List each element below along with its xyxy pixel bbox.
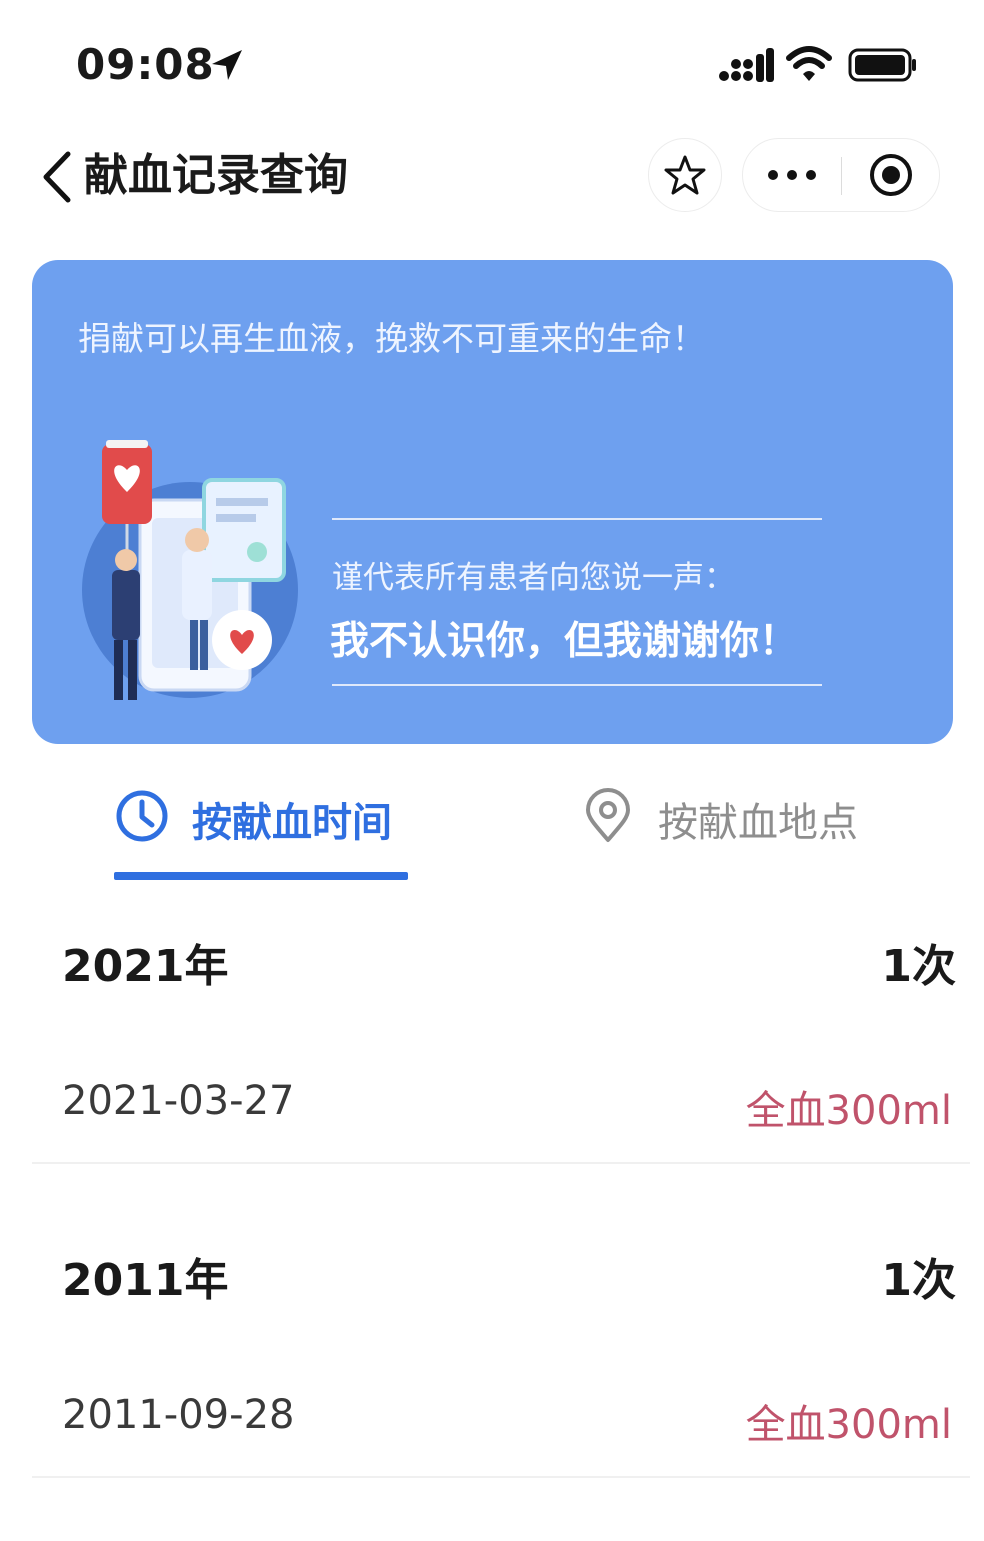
miniprogram-capsule [742,138,940,212]
nav-bar: 献血记录查询 [0,130,984,230]
battery-icon [848,48,916,82]
page: 09:08 献血记录查询 捐献可以再生血液，挽救不可重来的生命！ 谨代表所有患者… [0,0,984,1541]
tab-bar: 按献血时间 按献血地点 [0,760,984,890]
record-amount: 全血300ml [745,1088,952,1134]
location-arrow-icon [212,50,242,80]
tab-by-time[interactable]: 按献血时间 [114,780,414,880]
more-button[interactable] [743,139,841,211]
favorite-button[interactable] [648,138,722,212]
year-count: 1次 [881,1255,956,1306]
year-count: 1次 [881,941,956,992]
wifi-icon [786,46,832,81]
record-date: 2011-09-28 [62,1392,295,1438]
banner: 捐献可以再生血液，挽救不可重来的生命！ 谨代表所有患者向您说一声： 我不认识你，… [32,260,953,744]
record-row[interactable]: 2021-03-27 全血300ml [0,1078,984,1158]
target-circle-icon [870,154,912,196]
tab-by-location-label: 按献血地点 [658,800,858,846]
status-time: 09:08 [76,40,215,89]
status-bar: 09:08 [0,0,984,130]
year-header: 2011年 1次 [0,1244,984,1324]
cellular-signal-icon [719,48,774,82]
page-title: 献血记录查询 [84,150,348,201]
year-label: 2011年 [62,1255,229,1306]
record-row[interactable]: 2011-09-28 全血300ml [0,1392,984,1472]
location-pin-icon [586,788,630,842]
more-dots-icon [768,170,816,180]
banner-divider-bottom [332,684,822,686]
record-date: 2021-03-27 [62,1078,295,1124]
banner-subtitle: 谨代表所有患者向您说一声： [332,560,735,596]
star-icon [664,155,706,195]
banner-slogan: 捐献可以再生血液，挽救不可重来的生命！ [78,319,705,358]
blood-donation-illustration [82,440,298,700]
back-arrow-icon[interactable] [38,150,74,204]
active-tab-indicator [114,872,408,880]
record-amount: 全血300ml [745,1402,952,1448]
banner-divider-top [332,518,822,520]
year-header: 2021年 1次 [0,930,984,1010]
tab-by-location[interactable]: 按献血地点 [580,780,880,880]
close-miniprogram-button[interactable] [842,139,940,211]
tab-by-time-label: 按献血时间 [192,800,392,846]
clock-icon [116,790,168,842]
year-label: 2021年 [62,941,229,992]
divider [32,1476,970,1478]
banner-thanks: 我不认识你，但我谢谢你！ [330,619,799,664]
divider [32,1162,970,1164]
